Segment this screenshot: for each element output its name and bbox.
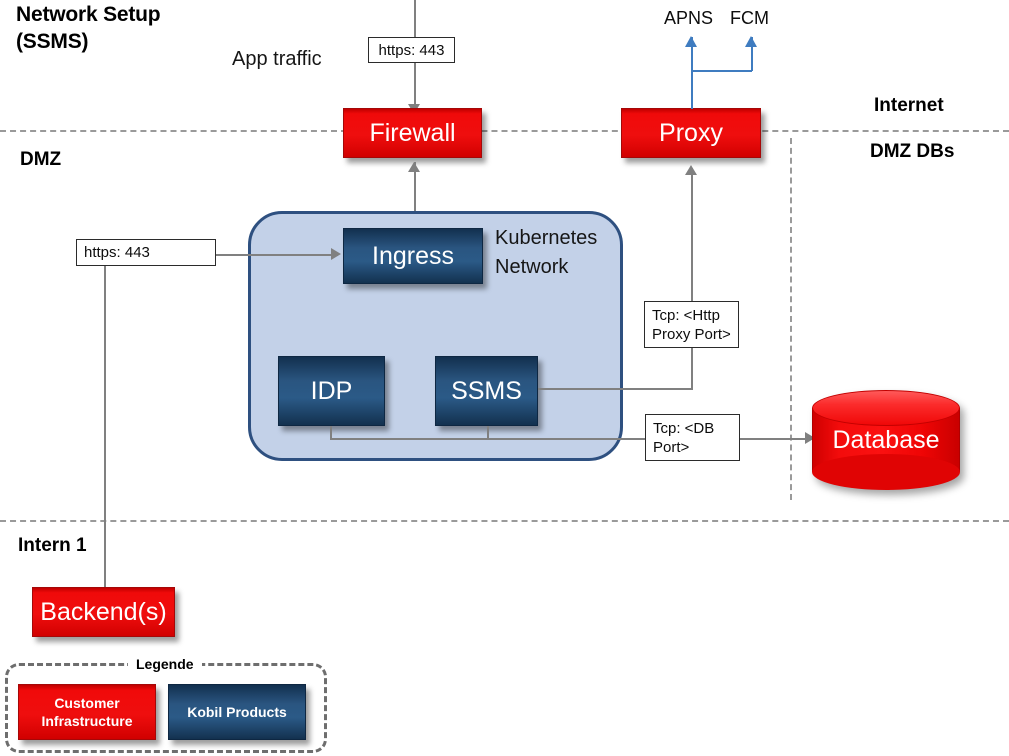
connector-https-to-backend: [104, 266, 106, 591]
network-diagram-canvas: Network Setup (SSMS) Internet DMZ DMZ DB…: [0, 0, 1009, 756]
zone-label-dmz-dbs: DMZ DBs: [870, 141, 955, 162]
node-firewall[interactable]: Firewall: [343, 108, 482, 158]
arrowhead-fcm: [745, 36, 757, 47]
zone-label-intern: Intern 1: [18, 535, 87, 556]
note-tcp-db-port-line1: Tcp: <DB: [653, 419, 715, 437]
kubernetes-label-line1: Kubernetes: [495, 227, 598, 249]
zone-label-internet: Internet: [874, 95, 944, 116]
node-database[interactable]: Database: [812, 390, 960, 490]
node-backends[interactable]: Backend(s): [32, 587, 175, 637]
database-top-ellipse: [812, 390, 960, 426]
arrowhead-ssms-to-proxy: [685, 165, 697, 175]
note-tcp-db-port-line2: Port>: [653, 438, 690, 456]
legend-title: Legende: [128, 656, 202, 672]
legend-kobil-label: Kobil Products: [187, 704, 287, 720]
legend-chip-customer-infrastructure: Customer Infrastructure: [18, 684, 156, 740]
note-tcp-http-proxy-port-line1: Tcp: <Http: [652, 306, 720, 324]
label-fcm: FCM: [730, 8, 769, 28]
diagram-title-line2: (SSMS): [16, 30, 89, 53]
connector-proxy-to-apns: [691, 37, 693, 109]
node-idp[interactable]: IDP: [278, 356, 385, 426]
connector-external-to-ingress: [216, 254, 338, 256]
zone-separator-dmz-dbs: [790, 138, 792, 500]
zone-separator-dmz-intern: [0, 520, 1009, 522]
connector-ssms-to-proxy-vertical: [691, 168, 693, 390]
zone-label-dmz: DMZ: [20, 149, 62, 170]
legend-chip-kobil-products: Kobil Products: [168, 684, 306, 740]
database-label: Database: [832, 426, 940, 454]
note-https-443-top: https: 443: [368, 37, 455, 63]
database-bottom-ellipse: [812, 454, 960, 490]
note-tcp-http-proxy-port-line2: Proxy Port>: [652, 325, 731, 343]
connector-db-port-to-database: [740, 438, 812, 440]
app-traffic-label: App traffic: [232, 48, 322, 70]
legend-customer-line2: Infrastructure: [41, 713, 133, 729]
connector-k8s-to-db-horizontal: [330, 438, 645, 440]
label-apns: APNS: [664, 8, 714, 28]
arrowhead-external-to-ingress: [331, 248, 341, 260]
kubernetes-label-line2: Network: [495, 256, 569, 278]
arrowhead-apns: [685, 36, 697, 47]
zone-separator-internet-dmz: [0, 130, 1009, 132]
note-tcp-http-proxy-port: Tcp: <Http Proxy Port>: [644, 301, 739, 348]
note-tcp-db-port: Tcp: <DB Port>: [645, 414, 740, 461]
node-proxy[interactable]: Proxy: [621, 108, 761, 158]
arrowhead-ingress-to-firewall: [408, 162, 420, 172]
node-ssms[interactable]: SSMS: [435, 356, 538, 426]
connector-ssms-to-proxy-horizontal: [538, 388, 693, 390]
legend-customer-line1: Customer: [54, 695, 120, 711]
connector-proxy-branch: [691, 70, 752, 72]
diagram-title-line1: Network Setup: [16, 3, 161, 26]
node-ingress[interactable]: Ingress: [343, 228, 483, 284]
note-https-443-left: https: 443: [76, 239, 216, 266]
